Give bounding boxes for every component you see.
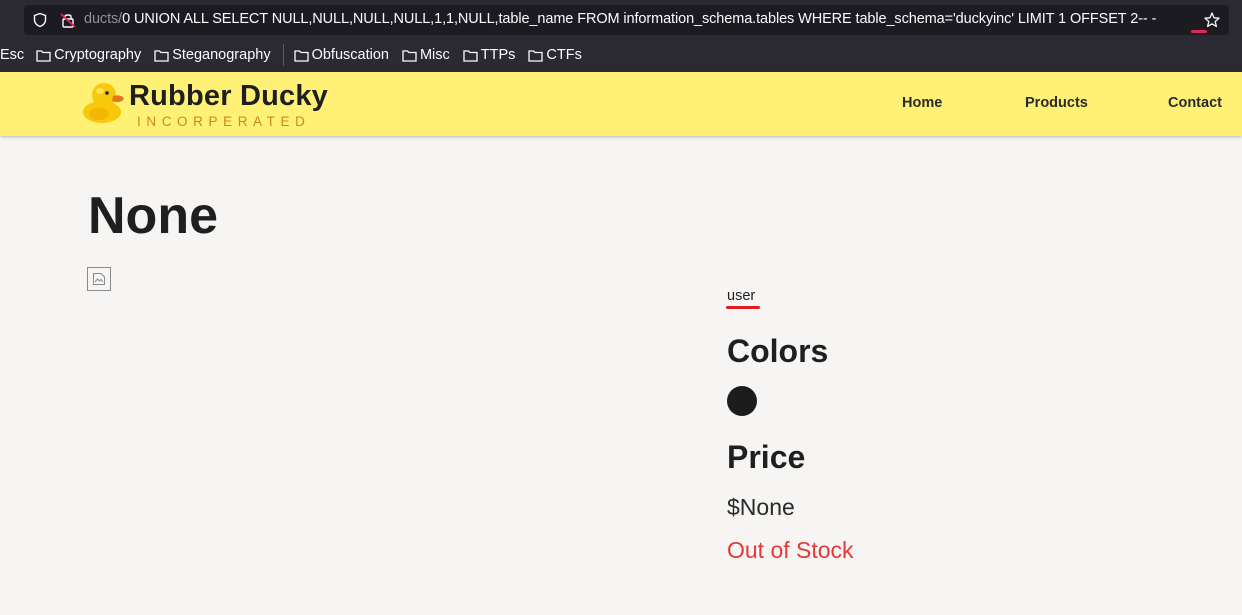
bookmark-label: Obfuscation — [311, 47, 389, 63]
bookmark-folder-misc[interactable]: Misc — [402, 47, 450, 63]
folder-icon — [293, 49, 309, 62]
brand-name: Rubber Ducky — [129, 80, 328, 112]
url-text[interactable]: ducts/0 UNION ALL SELECT NULL,NULL,NULL,… — [84, 11, 1195, 27]
bookmark-folder-ctfs[interactable]: CTFs — [528, 47, 582, 63]
colors-heading: Colors — [727, 333, 829, 369]
product-title: None — [88, 187, 218, 245]
bookmark-folder-ttps[interactable]: TTPs — [463, 47, 516, 63]
bookmark-label: CTFs — [546, 47, 582, 63]
bookmark-label: Steganography — [172, 47, 271, 63]
bookmark-separator — [282, 44, 284, 66]
folder-icon — [402, 49, 417, 62]
bookmark-star-icon[interactable] — [1203, 11, 1221, 29]
site-header: Rubber Ducky INCORPERATED Home Products … — [0, 72, 1242, 136]
url-faded-prefix: ducts/ — [84, 11, 123, 27]
bookmark-label: Cryptography — [54, 47, 142, 63]
site-logo[interactable]: Rubber Ducky INCORPERATED — [82, 79, 332, 131]
product-price: $None — [727, 494, 795, 520]
nav-products[interactable]: Products — [1025, 95, 1088, 111]
folder-icon — [463, 49, 478, 62]
shield-icon[interactable] — [32, 12, 48, 28]
folder-icon — [528, 49, 544, 62]
broken-image-icon — [93, 273, 105, 285]
browser-chrome: ducts/0 UNION ALL SELECT NULL,NULL,NULL,… — [0, 0, 1242, 72]
bookmark-folder-obfuscation[interactable]: Obfuscation — [293, 47, 389, 63]
nav-contact[interactable]: Contact — [1168, 95, 1222, 111]
nav-home[interactable]: Home — [902, 95, 942, 111]
color-swatch[interactable] — [727, 386, 757, 416]
insecure-lock-icon[interactable] — [59, 11, 77, 29]
price-heading: Price — [727, 439, 806, 475]
annotation-underline — [726, 306, 760, 309]
spellcheck-underline — [1191, 30, 1207, 33]
url-bar[interactable]: ducts/0 UNION ALL SELECT NULL,NULL,NULL,… — [24, 5, 1229, 35]
product-category: user — [727, 288, 756, 304]
stock-status: Out of Stock — [727, 537, 854, 563]
rubber-duck-icon — [83, 83, 124, 123]
url-main: 0 UNION ALL SELECT NULL,NULL,NULL,NULL,1… — [122, 11, 1157, 27]
product-image — [87, 267, 111, 291]
bookmarks-toolbar: Esc Cryptography Steganography Obfuscati… — [0, 42, 1242, 68]
bookmark-folder-steganography[interactable]: Steganography — [154, 47, 271, 63]
bookmark-label: TTPs — [480, 47, 516, 63]
bookmark-folder-cryptography[interactable]: Cryptography — [36, 47, 141, 63]
folder-icon — [154, 49, 169, 62]
bookmark-label: Misc — [419, 47, 450, 63]
folder-icon — [36, 49, 51, 62]
bookmark-label: Esc — [0, 47, 25, 63]
brand-tagline: INCORPERATED — [137, 114, 311, 129]
bookmark-esc[interactable]: Esc — [0, 47, 24, 63]
